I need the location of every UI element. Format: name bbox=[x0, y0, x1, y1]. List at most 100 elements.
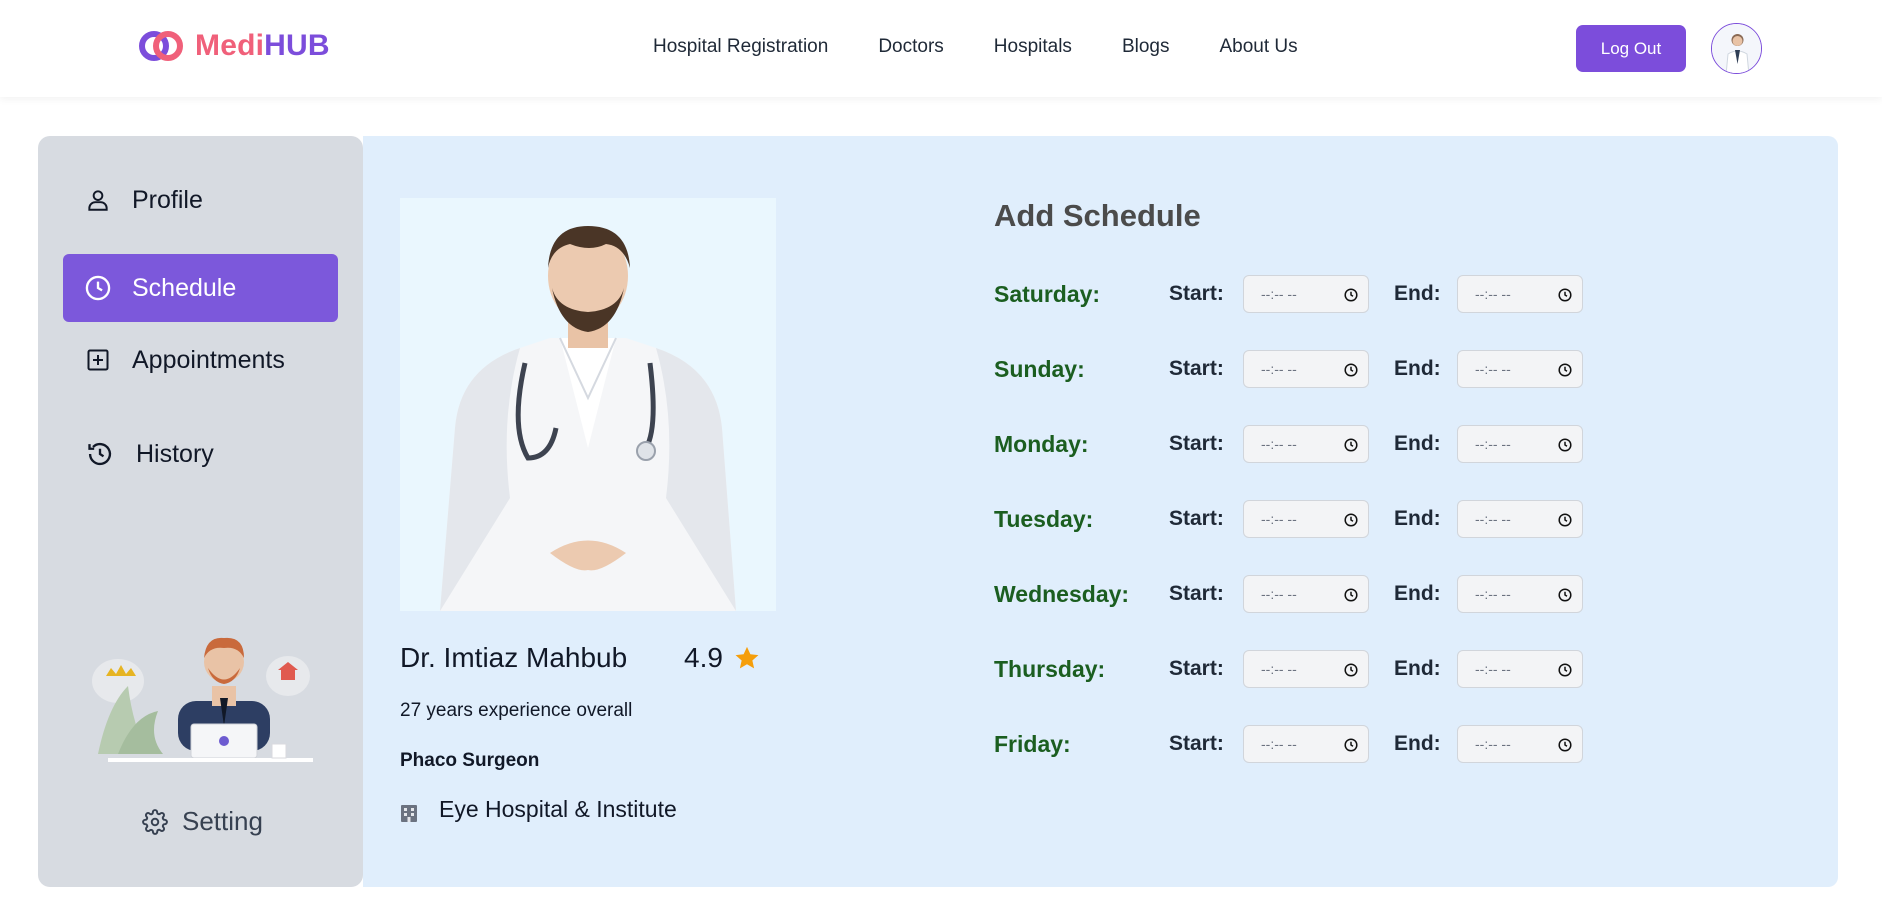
clock-icon[interactable] bbox=[1344, 663, 1358, 677]
clock-icon[interactable] bbox=[1344, 438, 1358, 452]
sidebar-item-history[interactable]: History bbox=[63, 420, 338, 488]
start-label: Start: bbox=[1169, 357, 1224, 380]
nav-hospital-registration[interactable]: Hospital Registration bbox=[653, 36, 828, 58]
sidebar-item-label: Profile bbox=[132, 185, 203, 214]
gear-icon bbox=[142, 808, 170, 836]
schedule-row-monday: Monday: Start: --:-- -- End: --:-- -- bbox=[994, 425, 1694, 465]
day-label: Thursday: bbox=[994, 656, 1106, 682]
start-label: Start: bbox=[1169, 657, 1224, 680]
friday-end-time-input[interactable]: --:-- -- bbox=[1457, 725, 1583, 763]
time-placeholder: --:-- -- bbox=[1261, 586, 1297, 602]
tuesday-end-time-input[interactable]: --:-- -- bbox=[1457, 500, 1583, 538]
nav-doctors[interactable]: Doctors bbox=[878, 36, 943, 58]
sunday-end-time-input[interactable]: --:-- -- bbox=[1457, 350, 1583, 388]
time-placeholder: --:-- -- bbox=[1475, 361, 1511, 377]
time-placeholder: --:-- -- bbox=[1261, 436, 1297, 452]
monday-start-time-input[interactable]: --:-- -- bbox=[1243, 425, 1369, 463]
end-label: End: bbox=[1394, 432, 1441, 455]
thursday-start-time-input[interactable]: --:-- -- bbox=[1243, 650, 1369, 688]
wednesday-start-time-input[interactable]: --:-- -- bbox=[1243, 575, 1369, 613]
doctor-photo bbox=[400, 198, 776, 611]
user-avatar[interactable] bbox=[1711, 23, 1762, 74]
add-schedule-title: Add Schedule bbox=[994, 198, 1201, 233]
experience-text: 27 years experience overall bbox=[400, 700, 633, 721]
sunday-start-time-input[interactable]: --:-- -- bbox=[1243, 350, 1369, 388]
start-label: Start: bbox=[1169, 432, 1224, 455]
setting-label: Setting bbox=[182, 806, 263, 836]
time-placeholder: --:-- -- bbox=[1475, 511, 1511, 527]
clock-icon[interactable] bbox=[1558, 663, 1572, 677]
hospital-building-icon bbox=[400, 801, 418, 822]
end-label: End: bbox=[1394, 507, 1441, 530]
schedule-row-wednesday: Wednesday: Start: --:-- -- End: --:-- -- bbox=[994, 575, 1694, 615]
schedule-row-saturday: Saturday: Start: --:-- -- End: --:-- -- bbox=[994, 275, 1694, 315]
time-placeholder: --:-- -- bbox=[1261, 511, 1297, 527]
star-icon bbox=[733, 644, 761, 672]
medihub-logo[interactable]: MediHUB bbox=[139, 26, 330, 66]
logo-text-part1: Medi bbox=[195, 29, 265, 62]
time-placeholder: --:-- -- bbox=[1475, 286, 1511, 302]
sidebar-item-label: Schedule bbox=[132, 273, 237, 302]
thursday-end-time-input[interactable]: --:-- -- bbox=[1457, 650, 1583, 688]
day-label: Saturday: bbox=[994, 281, 1101, 307]
plus-square-icon bbox=[84, 346, 112, 374]
clock-icon[interactable] bbox=[1344, 288, 1358, 302]
sidebar-item-appointments[interactable]: Appointments bbox=[63, 326, 338, 394]
start-label: Start: bbox=[1169, 507, 1224, 530]
time-placeholder: --:-- -- bbox=[1261, 736, 1297, 752]
clock-icon[interactable] bbox=[1558, 438, 1572, 452]
doctor-rating: 4.9 bbox=[684, 642, 761, 674]
clock-icon[interactable] bbox=[1558, 738, 1572, 752]
history-icon bbox=[86, 440, 114, 468]
schedule-panel: Dr. Imtiaz Mahbub 4.9 27 years experienc… bbox=[363, 136, 1838, 887]
nav-blogs[interactable]: Blogs bbox=[1122, 36, 1170, 58]
logo-rings-icon bbox=[139, 29, 185, 63]
tuesday-start-time-input[interactable]: --:-- -- bbox=[1243, 500, 1369, 538]
saturday-end-time-input[interactable]: --:-- -- bbox=[1457, 275, 1583, 313]
schedule-row-thursday: Thursday: Start: --:-- -- End: --:-- -- bbox=[994, 650, 1694, 690]
clock-icon[interactable] bbox=[1344, 738, 1358, 752]
logout-button[interactable]: Log Out bbox=[1576, 25, 1686, 72]
clock-icon[interactable] bbox=[1344, 513, 1358, 527]
friday-start-time-input[interactable]: --:-- -- bbox=[1243, 725, 1369, 763]
sidebar-item-profile[interactable]: Profile bbox=[63, 166, 338, 234]
user-icon bbox=[84, 186, 112, 214]
schedule-row-friday: Friday: Start: --:-- -- End: --:-- -- bbox=[994, 725, 1694, 765]
nav-hospitals[interactable]: Hospitals bbox=[994, 36, 1072, 58]
start-label: Start: bbox=[1169, 282, 1224, 305]
nav-about-us[interactable]: About Us bbox=[1219, 36, 1297, 58]
sidebar-item-schedule[interactable]: Schedule bbox=[63, 254, 338, 322]
time-placeholder: --:-- -- bbox=[1475, 436, 1511, 452]
sidebar-item-label: Appointments bbox=[132, 345, 285, 374]
clock-icon[interactable] bbox=[1558, 513, 1572, 527]
day-label: Wednesday: bbox=[994, 581, 1130, 607]
schedule-row-sunday: Sunday: Start: --:-- -- End: --:-- -- bbox=[994, 350, 1694, 390]
time-placeholder: --:-- -- bbox=[1475, 586, 1511, 602]
end-label: End: bbox=[1394, 282, 1441, 305]
clock-icon[interactable] bbox=[1558, 288, 1572, 302]
time-placeholder: --:-- -- bbox=[1261, 286, 1297, 302]
time-placeholder: --:-- -- bbox=[1475, 661, 1511, 677]
dashboard-sidebar: Profile Schedule Appointments History Se… bbox=[38, 136, 363, 887]
logo-text-part2: HUB bbox=[264, 29, 330, 62]
clock-icon[interactable] bbox=[1558, 588, 1572, 602]
doctor-desk-illustration bbox=[88, 616, 318, 766]
schedule-row-tuesday: Tuesday: Start: --:-- -- End: --:-- -- bbox=[994, 500, 1694, 540]
clock-icon[interactable] bbox=[1344, 363, 1358, 377]
setting-link[interactable]: Setting bbox=[142, 806, 263, 837]
clock-icon[interactable] bbox=[1558, 363, 1572, 377]
monday-end-time-input[interactable]: --:-- -- bbox=[1457, 425, 1583, 463]
time-placeholder: --:-- -- bbox=[1261, 361, 1297, 377]
saturday-start-time-input[interactable]: --:-- -- bbox=[1243, 275, 1369, 313]
rating-value: 4.9 bbox=[684, 642, 723, 673]
end-label: End: bbox=[1394, 582, 1441, 605]
day-label: Tuesday: bbox=[994, 506, 1094, 532]
day-label: Monday: bbox=[994, 431, 1089, 457]
doctor-avatar-icon bbox=[1712, 24, 1761, 73]
end-label: End: bbox=[1394, 732, 1441, 755]
wednesday-end-time-input[interactable]: --:-- -- bbox=[1457, 575, 1583, 613]
main-nav: Hospital Registration Doctors Hospitals … bbox=[653, 36, 1348, 58]
time-placeholder: --:-- -- bbox=[1475, 736, 1511, 752]
start-label: Start: bbox=[1169, 582, 1224, 605]
clock-icon[interactable] bbox=[1344, 588, 1358, 602]
